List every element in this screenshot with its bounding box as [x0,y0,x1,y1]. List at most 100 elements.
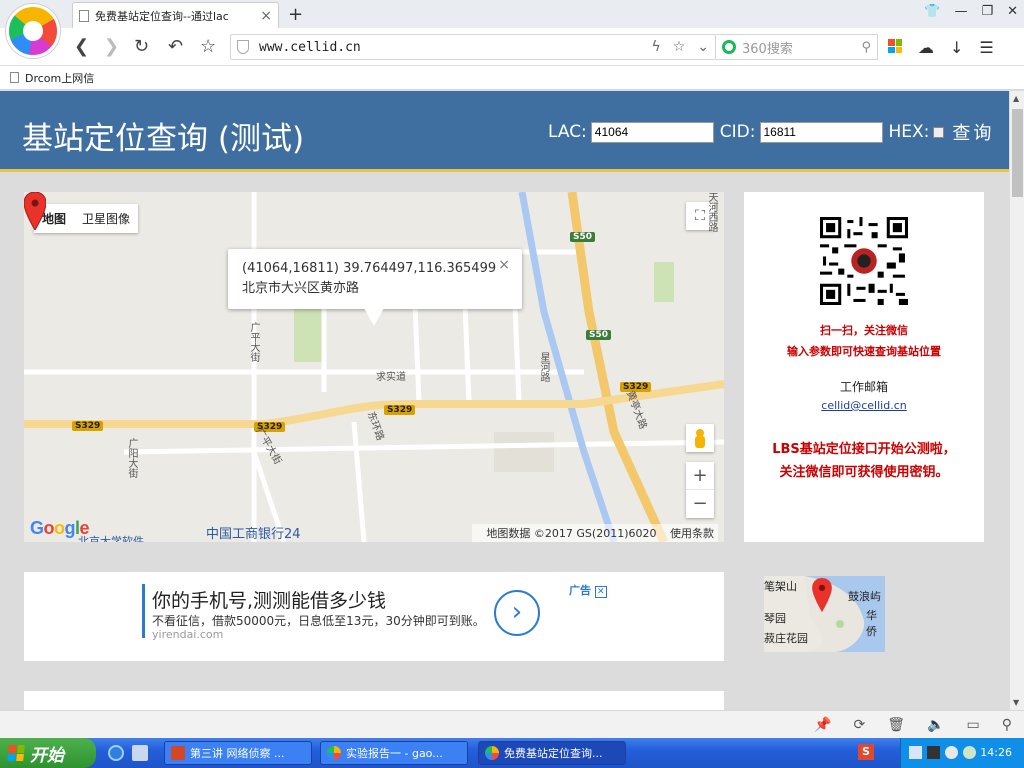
bookmark-page-icon [10,72,19,83]
search-engine-logo-icon [722,40,736,54]
ad-arrow-icon[interactable]: › [494,590,540,636]
quick-launch-icon[interactable] [132,745,148,761]
menu-icon[interactable]: ☰ [979,38,993,57]
ie-icon[interactable] [108,745,124,761]
ad-url[interactable]: yirendai.com [152,628,223,641]
poi-label: 中国工商银行24 [206,527,301,542]
mini-map-label: 菽庄花园 [764,632,808,645]
trash-icon[interactable]: 🗑 [887,717,905,733]
bookmark-star-icon[interactable]: ☆ [673,39,686,55]
close-window-icon[interactable]: ✕ [1007,4,1018,19]
info-coordinates: (41064,16811) 39.764497,116.365499 [242,261,497,276]
mini-map[interactable]: 笔架山 鼓浪屿 琴园 华侨 菽庄花园 [764,576,885,652]
ad-badge-label: 广告 [569,584,591,597]
query-button[interactable]: 查询 [952,119,994,145]
task-item-active[interactable]: 免费基站定位查询... [478,741,626,765]
speed-icon[interactable]: ⟳ [854,717,866,733]
ime-sogou-icon[interactable]: S [858,744,874,760]
lac-input[interactable] [590,121,714,143]
browser-tab-active[interactable]: 免费基站定位查询--通过lac × [72,2,279,28]
task-label: 免费基站定位查询... [504,747,603,760]
street-label: 求实道 [376,372,406,383]
tray-app-icon[interactable] [945,746,958,759]
new-tab-button[interactable]: + [288,4,303,25]
zoom-out-button[interactable]: − [686,490,714,518]
map-roads [24,192,724,542]
hex-checkbox[interactable] [933,126,945,138]
search-box[interactable]: 360搜索 ⚲ [716,34,878,60]
system-tray: 14:26 [900,738,1024,768]
map-view[interactable]: 地图 卫星图像 ⛶ S50 S50 S329 S329 S329 S329 广平… [24,192,724,542]
dropdown-chevron-icon[interactable]: ⌄ [697,39,709,55]
query-form: LAC: CID: HEX: 查询 [548,119,994,145]
search-icon[interactable]: ⚲ [861,40,871,55]
street-label: 广平大街 [248,322,259,362]
window-icon[interactable]: ▭ [967,717,980,733]
road-shield-s50: S50 [570,232,596,242]
navigation-bar: ❮ ❯ ↻ ↶ ☆ www.cellid.cn ϟ ☆ ⌄ 360搜索 ⚲ ☁ … [0,28,1024,66]
info-close-icon[interactable]: × [498,255,510,275]
undo-icon[interactable]: ↶ [168,36,183,57]
cloud-icon[interactable]: ☁ [918,38,934,57]
bookmark-drcom[interactable]: Drcom上网信 [25,70,94,86]
qr-panel: 扫一扫，关注微信 输入参数即可快速查询基站位置 工作邮箱 cellid@cell… [744,192,984,542]
scan-hint-text: 输入参数即可快速查询基站位置 [787,345,941,358]
network-icon[interactable] [909,746,922,759]
forward-icon[interactable]: ❯ [104,36,119,57]
tab-close-icon[interactable]: × [260,8,272,24]
download-icon[interactable]: ↓ [950,38,963,57]
road-shield-s50: S50 [586,330,612,340]
favorite-star-icon[interactable]: ☆ [200,36,216,57]
street-label: 星河路 [538,352,549,382]
lbs-announcement: LBS基站定位接口开始公测啦， [772,442,956,457]
google-logo: Google [30,518,90,538]
map-type-satellite-button[interactable]: 卫星图像 [74,204,138,233]
task-item[interactable]: 实验报告一 - gao... [320,741,468,765]
apps-grid-icon[interactable] [888,39,902,53]
address-bar[interactable]: www.cellid.cn ϟ ☆ ⌄ [230,34,716,60]
start-button[interactable]: 开始 [0,738,96,768]
ad-close-icon[interactable]: ✕ [595,586,607,598]
map-data-credit: 地图数据 ©2017 GS(2011)6020 [486,527,657,540]
clock: 14:26 [980,746,1012,759]
shirt-icon[interactable]: 👕 [924,4,940,19]
volume-icon[interactable]: 🔈 [927,717,944,733]
scan-text: 扫一扫，关注微信 [820,324,908,337]
url-text[interactable]: www.cellid.cn [259,40,651,55]
lac-label: LAC: [548,122,587,142]
lightning-icon[interactable]: ϟ [651,39,660,55]
scroll-up-icon[interactable]: ▲ [1013,94,1019,103]
mail-link[interactable]: cellid@cellid.cn [744,399,984,412]
road-shield-s329: S329 [384,405,416,415]
map-type-control: 地图 卫星图像 [34,204,139,233]
ad-title[interactable]: 你的手机号,测测能借多少钱 [152,586,386,613]
minimize-icon[interactable]: — [954,4,967,19]
zoom-search-icon[interactable]: ⚲ [1002,717,1012,733]
browser-logo-icon[interactable] [6,4,60,58]
advertisement[interactable]: 你的手机号,测测能借多少钱 不看征信，借款50000元，日息低至13元，30分钟… [24,572,724,661]
terms-link[interactable]: 使用条款 [670,527,714,540]
task-item[interactable]: 第三讲 网络侦察 ... [164,741,312,765]
info-window-tail [364,308,384,326]
zoom-in-button[interactable]: + [686,462,714,490]
pin-icon[interactable]: 📌 [814,717,831,733]
powerpoint-icon [171,746,185,760]
tab-title: 免费基站定位查询--通过lac [95,9,229,23]
road-shield-s329: S329 [72,421,104,431]
info-address: 北京市大兴区黄亦路 [242,281,360,296]
location-marker-icon[interactable] [24,192,46,230]
tray-app-icon[interactable] [927,746,940,759]
street-view-pegman-icon[interactable] [686,424,714,452]
refresh-icon[interactable]: ↻ [134,36,149,57]
browser-app-icon [327,746,341,760]
browser-tab-bar: 免费基站定位查询--通过lac × + 👕 — ❐ ✕ [0,0,1024,58]
cid-input[interactable] [759,121,883,143]
scroll-down-icon[interactable]: ▼ [1013,698,1019,707]
scrollbar-thumb[interactable] [1012,109,1023,197]
search-placeholder[interactable]: 360搜索 [742,38,861,57]
shield-tray-icon[interactable] [963,746,976,759]
back-icon[interactable]: ❮ [74,36,89,57]
restore-icon[interactable]: ❐ [981,4,993,19]
bookmarks-bar: Drcom上网信 [0,66,1024,90]
page-scrollbar[interactable]: ▲ ▼ [1009,91,1024,710]
